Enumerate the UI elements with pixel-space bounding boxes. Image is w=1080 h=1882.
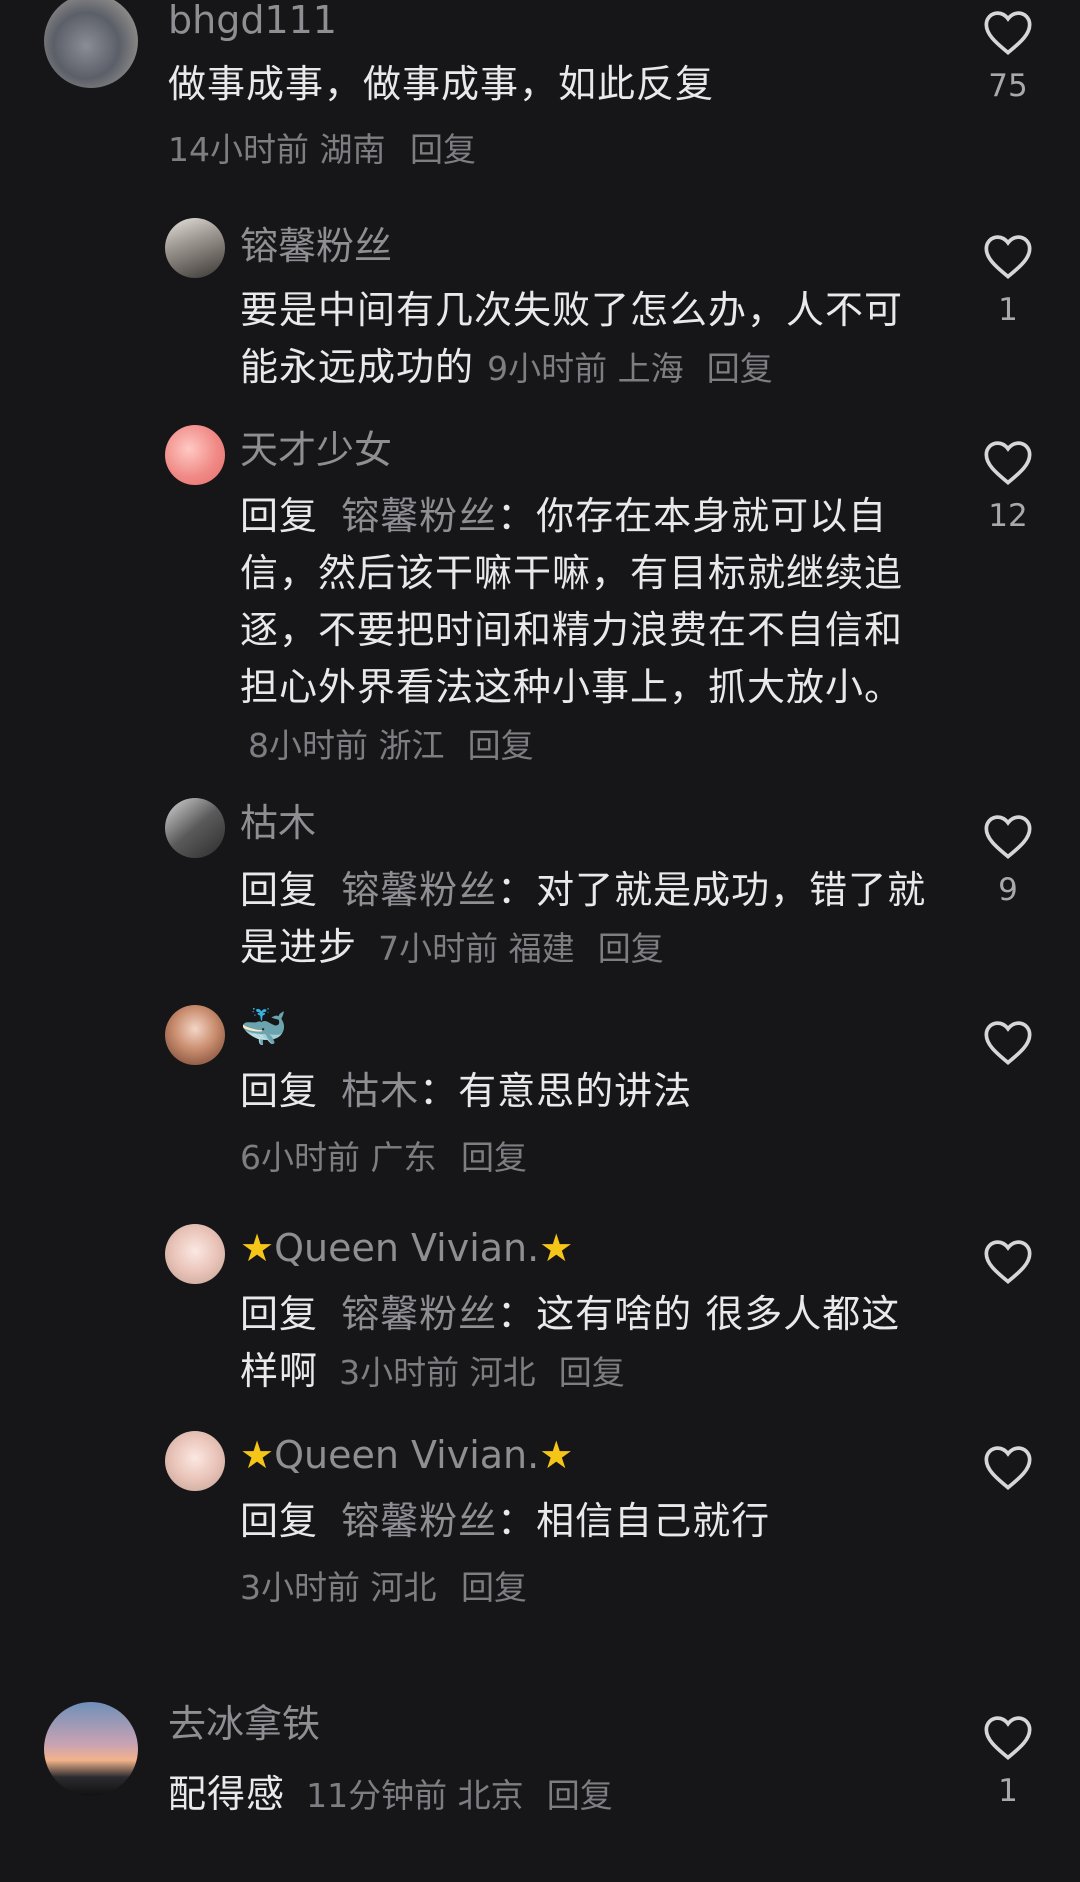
reply-username-text: Queen Vivian. <box>274 1433 540 1477</box>
heart-outline-icon <box>984 815 1032 859</box>
reply-username-text: Queen Vivian. <box>274 1226 540 1270</box>
like-count: 1 <box>998 1773 1018 1809</box>
star-icon: ★ <box>240 1226 275 1270</box>
like-button[interactable]: 9 <box>953 812 1063 908</box>
like-count: 1 <box>998 292 1018 328</box>
star-icon: ★ <box>539 1433 574 1477</box>
reply-button[interactable]: 回复 <box>559 1353 625 1392</box>
like-count: 9 <box>998 872 1018 908</box>
reply-username[interactable]: 🐳 <box>240 1005 287 1049</box>
like-button[interactable]: 1 <box>953 232 1063 328</box>
reply-prefix: 回复 <box>240 868 319 912</box>
heart-outline-icon <box>984 1240 1032 1284</box>
like-count: 75 <box>988 68 1028 104</box>
reply-prefix: 回复 <box>240 1499 319 1543</box>
comment-text: 做事成事，做事成事，如此反复 <box>168 56 928 113</box>
reply-content: ：相信自己就行 <box>497 1499 771 1543</box>
heart-outline-icon <box>984 441 1032 485</box>
reply-button[interactable]: 回复 <box>461 1138 527 1177</box>
avatar[interactable] <box>165 1431 225 1491</box>
mention-link[interactable]: 镕馨粉丝 <box>341 494 497 538</box>
mention-link[interactable]: 镕馨粉丝 <box>341 1292 497 1336</box>
comment-username[interactable]: bhgd111 <box>168 0 337 42</box>
heart-outline-icon <box>984 11 1032 55</box>
heart-outline-icon <box>984 1446 1032 1490</box>
reply-content: ：有意思的讲法 <box>419 1069 693 1113</box>
reply-meta: 3小时前 河北 <box>339 1353 536 1392</box>
mention-link[interactable]: 镕馨粉丝 <box>341 1499 497 1543</box>
reply-meta: 6小时前 广东 <box>240 1138 437 1177</box>
like-button[interactable] <box>953 1018 1063 1066</box>
reply-button[interactable]: 回复 <box>707 349 773 388</box>
comment-meta: 14小时前 湖南 <box>168 130 386 169</box>
avatar[interactable] <box>165 218 225 278</box>
reply-content: ：你存在本身就可以自信，然后该干嘛干嘛，有目标就继续追逐，不要把时间和精力浪费在… <box>240 494 904 709</box>
comment-content: 做事成事，做事成事，如此反复 <box>168 62 715 106</box>
heart-outline-icon <box>984 1716 1032 1760</box>
reply-text: 回复 镕馨粉丝：这有啥的 很多人都这样啊 3小时前 河北 回复 <box>240 1286 930 1401</box>
reply-text: 回复 镕馨粉丝：你存在本身就可以自信，然后该干嘛干嘛，有目标就继续追逐，不要把时… <box>240 488 930 774</box>
like-button[interactable]: 75 <box>953 8 1063 104</box>
heart-outline-icon <box>984 1021 1032 1065</box>
reply-button[interactable]: 回复 <box>461 1568 527 1607</box>
reply-prefix: 回复 <box>240 1069 319 1113</box>
like-button[interactable]: 12 <box>953 438 1063 534</box>
star-icon: ★ <box>240 1433 275 1477</box>
avatar[interactable] <box>165 798 225 858</box>
reply-meta: 3小时前 河北 <box>240 1568 437 1607</box>
comment-username[interactable]: 去冰拿铁 <box>168 1702 320 1746</box>
reply-text: 回复 镕馨粉丝：相信自己就行 <box>240 1493 930 1550</box>
reply-meta: 8小时前 浙江 <box>248 726 445 765</box>
like-button[interactable]: 1 <box>953 1713 1063 1809</box>
reply-meta: 9小时前 上海 <box>487 349 684 388</box>
reply-button[interactable]: 回复 <box>468 726 534 765</box>
reply-username[interactable]: ★Queen Vivian.★ <box>240 1433 573 1477</box>
avatar[interactable] <box>44 0 138 88</box>
comment-content: 配得感 <box>168 1772 286 1816</box>
avatar[interactable] <box>165 425 225 485</box>
like-count: 12 <box>988 498 1028 534</box>
like-button[interactable] <box>953 1237 1063 1285</box>
reply-text: 回复 枯木：有意思的讲法 <box>240 1063 930 1120</box>
reply-button[interactable]: 回复 <box>410 130 476 169</box>
star-icon: ★ <box>539 1226 574 1270</box>
mention-link[interactable]: 枯木 <box>341 1069 419 1113</box>
avatar[interactable] <box>165 1224 225 1284</box>
reply-username[interactable]: 镕馨粉丝 <box>240 224 392 268</box>
heart-outline-icon <box>984 235 1032 279</box>
like-button[interactable] <box>953 1443 1063 1491</box>
avatar[interactable] <box>44 1702 138 1796</box>
reply-prefix: 回复 <box>240 494 319 538</box>
reply-button[interactable]: 回复 <box>598 929 664 968</box>
reply-username[interactable]: 枯木 <box>240 801 316 845</box>
comment-text: 配得感 11分钟前 北京 回复 <box>168 1766 928 1824</box>
reply-username[interactable]: 天才少女 <box>240 428 392 472</box>
reply-button[interactable]: 回复 <box>547 1776 613 1815</box>
comment-meta: 11分钟前 北京 <box>306 1776 524 1815</box>
mention-link[interactable]: 镕馨粉丝 <box>341 868 497 912</box>
reply-text: 要是中间有几次失败了怎么办，人不可能永远成功的 9小时前 上海 回复 <box>240 282 930 397</box>
reply-meta: 7小时前 福建 <box>378 929 575 968</box>
reply-prefix: 回复 <box>240 1292 319 1336</box>
reply-text: 回复 镕馨粉丝：对了就是成功，错了就是进步 7小时前 福建 回复 <box>240 862 930 977</box>
avatar[interactable] <box>165 1005 225 1065</box>
reply-username[interactable]: ★Queen Vivian.★ <box>240 1226 573 1270</box>
